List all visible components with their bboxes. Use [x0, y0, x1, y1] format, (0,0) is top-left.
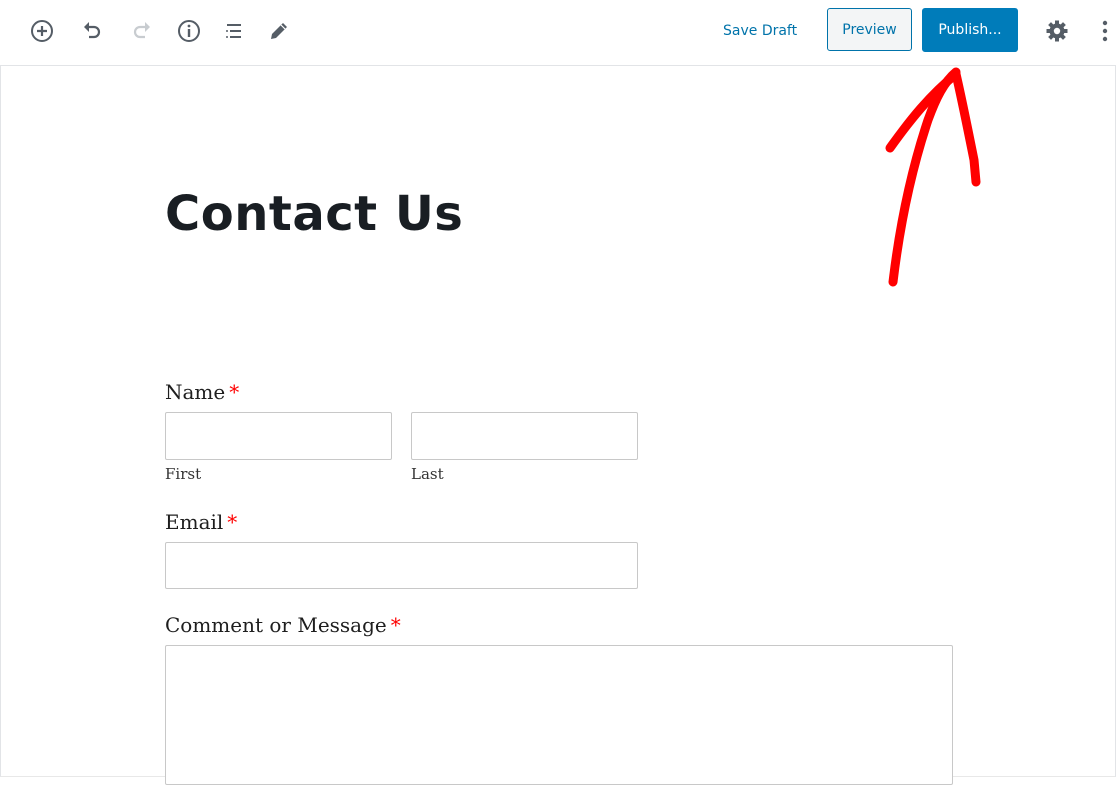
preview-button[interactable]: Preview [827, 8, 912, 51]
required-marker: * [229, 380, 240, 404]
publish-button[interactable]: Publish... [922, 8, 1018, 52]
required-marker: * [227, 510, 238, 534]
message-textarea[interactable] [165, 645, 953, 785]
edit-tools-icon[interactable] [266, 18, 292, 44]
email-input[interactable] [165, 542, 638, 589]
list-view-icon[interactable] [221, 18, 247, 44]
name-label-text: Name [165, 380, 226, 404]
more-vertical-icon[interactable] [1095, 18, 1115, 44]
message-field-label: Comment or Message * [165, 613, 401, 637]
last-name-sublabel: Last [411, 465, 444, 483]
required-marker: * [390, 613, 401, 637]
last-name-input[interactable] [411, 412, 638, 460]
info-icon[interactable] [176, 18, 202, 44]
first-name-input[interactable] [165, 412, 392, 460]
undo-icon[interactable] [79, 18, 105, 44]
page-title[interactable]: Contact Us [165, 186, 463, 242]
gear-icon[interactable] [1044, 18, 1070, 44]
editor-toolbar: Save Draft Preview Publish... [0, 0, 1116, 66]
redo-icon [129, 18, 155, 44]
name-field-label: Name * [165, 380, 239, 404]
first-name-sublabel: First [165, 465, 202, 483]
save-draft-button[interactable]: Save Draft [715, 18, 805, 44]
email-label-text: Email [165, 510, 224, 534]
email-field-label: Email * [165, 510, 237, 534]
message-label-text: Comment or Message [165, 613, 387, 637]
add-block-icon[interactable] [29, 18, 55, 44]
